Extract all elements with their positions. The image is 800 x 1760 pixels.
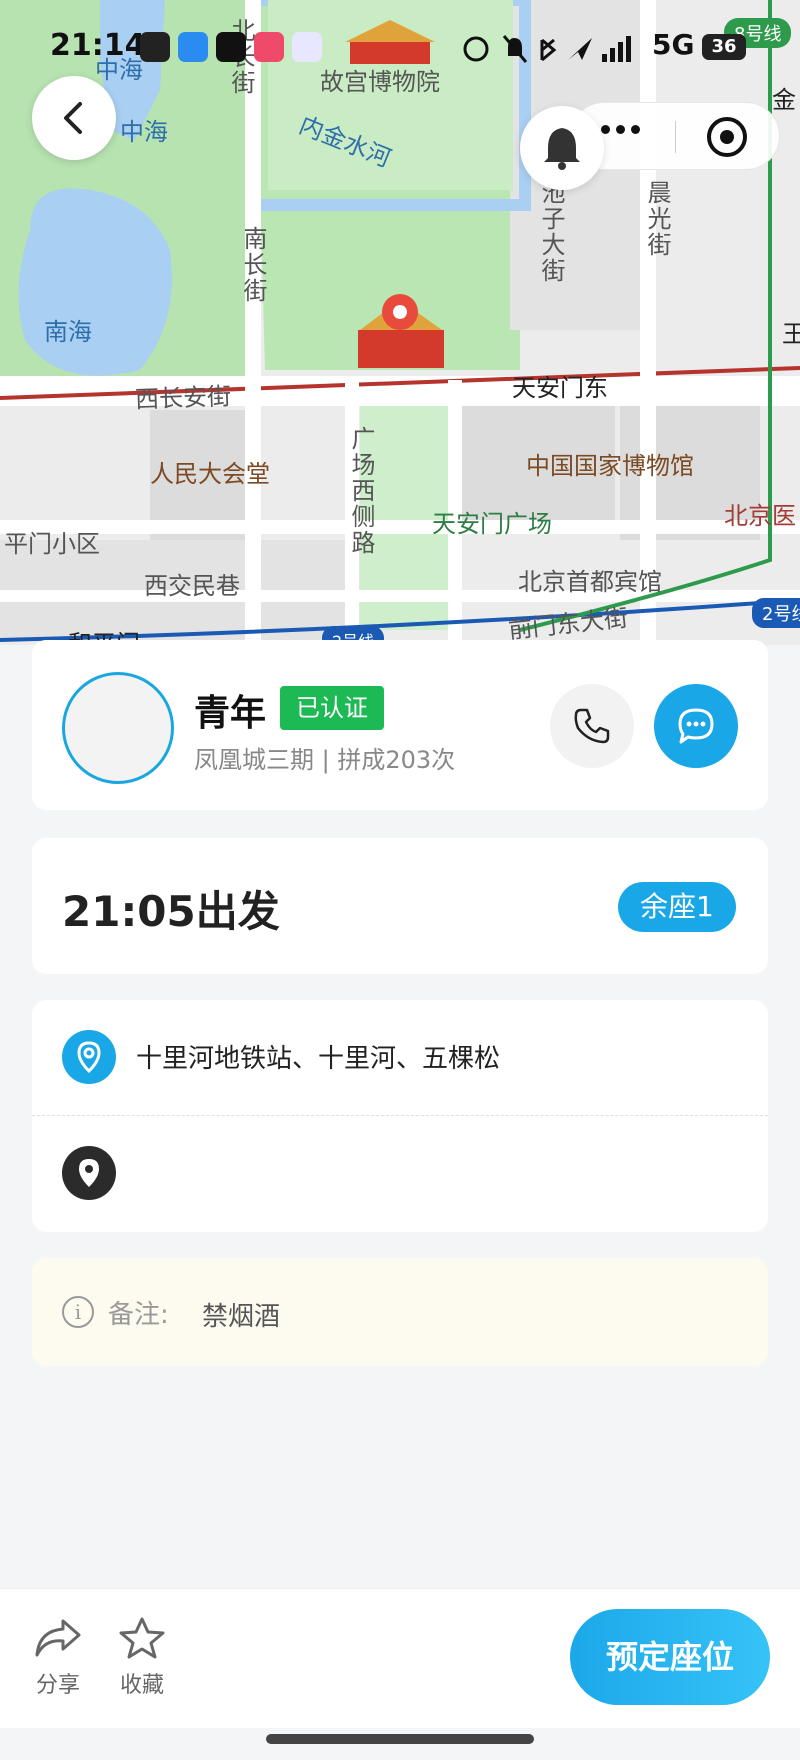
note-text: 禁烟酒 bbox=[202, 1302, 281, 1332]
chevron-left-icon bbox=[64, 102, 82, 134]
map-label: 天安门广场 bbox=[432, 510, 552, 538]
phone-icon bbox=[574, 708, 610, 744]
favorite-button[interactable]: 收藏 bbox=[112, 1617, 172, 1699]
map-label: 西交民巷 bbox=[144, 572, 240, 600]
share-button[interactable]: 分享 bbox=[28, 1617, 88, 1699]
status-bar: 21:14 5G 36 bbox=[0, 22, 800, 72]
route-start-text: 十里河地铁站、十里河、五棵松 bbox=[136, 1044, 501, 1074]
favorite-label: 收藏 bbox=[119, 1673, 164, 1698]
map-label: 池子大街 bbox=[537, 180, 565, 284]
map-label: 天安门东 bbox=[512, 374, 608, 402]
map-label: 广场西侧路 bbox=[347, 426, 375, 556]
map-label: 平门小区 bbox=[4, 530, 100, 558]
status-time: 21:14 bbox=[50, 28, 146, 63]
call-button[interactable] bbox=[550, 684, 634, 768]
photos-icon bbox=[292, 32, 322, 62]
driver-subtitle: 凤凰城三期 | 拼成203次 bbox=[194, 746, 456, 774]
back-button[interactable] bbox=[32, 76, 116, 160]
map-label: 晨光街 bbox=[643, 180, 671, 258]
subway-line-badge: 2号线 bbox=[752, 598, 800, 628]
map-label: 北京医 bbox=[724, 502, 796, 530]
tiktok-icon bbox=[216, 32, 246, 62]
map-label: 南海 bbox=[44, 318, 92, 346]
bell-icon bbox=[544, 128, 580, 170]
qq-icon bbox=[140, 32, 170, 62]
map-label: 人民大会堂 bbox=[150, 460, 270, 488]
status-system-icons bbox=[463, 35, 631, 63]
status-app-icons bbox=[140, 32, 322, 62]
departure-time: 21:05出发 bbox=[62, 887, 280, 936]
map-label: 金 bbox=[772, 86, 796, 114]
departure-card: 21:05出发 余座1 bbox=[32, 838, 768, 974]
avatar[interactable] bbox=[62, 672, 174, 784]
route-end-row[interactable] bbox=[32, 1116, 768, 1232]
star-icon bbox=[119, 1617, 165, 1659]
map-label: 王 bbox=[782, 320, 800, 348]
home-indicator[interactable] bbox=[266, 1734, 534, 1744]
map-label: 北京首都宾馆 bbox=[518, 568, 662, 596]
close-target-icon[interactable] bbox=[707, 117, 747, 157]
chat-bubble-icon bbox=[678, 708, 714, 744]
map-label: 南长街 bbox=[239, 226, 267, 304]
book-seat-button[interactable]: 预定座位 bbox=[570, 1609, 770, 1705]
music-icon bbox=[254, 32, 284, 62]
route-card: 十里河地铁站、十里河、五棵松 bbox=[32, 1000, 768, 1232]
app-root: 中海 中海 南海 故宫博物院 内金水河 北长街 南长街 池子大街 晨光街 西长安… bbox=[0, 0, 800, 1760]
driver-name: 青年 bbox=[194, 693, 267, 734]
share-icon bbox=[35, 1619, 81, 1657]
status-network: 5G bbox=[652, 28, 695, 61]
end-location-icon bbox=[62, 1146, 116, 1200]
status-battery: 36 bbox=[702, 34, 746, 60]
driver-card: 青年 已认证 凤凰城三期 | 拼成203次 bbox=[32, 640, 768, 810]
notification-button[interactable] bbox=[520, 106, 604, 190]
share-label: 分享 bbox=[35, 1673, 80, 1698]
info-icon: i bbox=[62, 1296, 94, 1328]
verified-badge: 已认证 bbox=[280, 686, 384, 730]
map-view[interactable]: 中海 中海 南海 故宫博物院 内金水河 北长街 南长街 池子大街 晨光街 西长安… bbox=[0, 0, 800, 645]
note-card: i 备注: 禁烟酒 bbox=[32, 1258, 768, 1366]
start-location-icon bbox=[62, 1030, 116, 1084]
seats-left-badge: 余座1 bbox=[618, 882, 736, 932]
route-start-row[interactable]: 十里河地铁站、十里河、五棵松 bbox=[32, 1000, 768, 1116]
app-icon bbox=[178, 32, 208, 62]
bottom-action-bar: 分享 收藏 预定座位 bbox=[0, 1588, 800, 1728]
note-label: 备注: bbox=[108, 1300, 169, 1330]
map-label: 西长安街 bbox=[134, 382, 232, 414]
chat-button[interactable] bbox=[654, 684, 738, 768]
map-label: 中海 bbox=[120, 118, 168, 146]
map-label: 中国国家博物馆 bbox=[526, 452, 694, 480]
more-icon[interactable] bbox=[601, 125, 640, 134]
